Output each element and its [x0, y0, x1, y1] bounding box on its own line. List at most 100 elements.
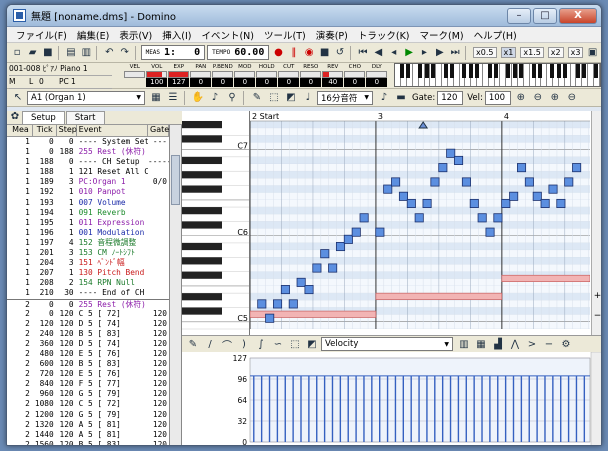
loop-icon[interactable]: ↺: [333, 45, 347, 61]
track-select[interactable]: A1 (Organ 1) ▼: [27, 90, 145, 105]
note[interactable]: [375, 227, 385, 237]
close-button[interactable]: X: [559, 7, 597, 24]
table-row[interactable]: 1 0 0 ---- System Setup---: [7, 137, 169, 147]
speed-button-0[interactable]: x0.5: [473, 47, 497, 58]
select-tool-icon[interactable]: ↖: [10, 90, 26, 106]
open-folder-icon[interactable]: ▰: [25, 45, 39, 61]
note[interactable]: [359, 213, 369, 223]
table-row[interactable]: 1 208 2 154 RPN Null: [7, 278, 169, 288]
curve-2-icon[interactable]: ): [236, 336, 252, 352]
table-row[interactable]: 1 210 30 ---- End of CH Setup: [7, 288, 169, 298]
note[interactable]: [398, 191, 408, 201]
piano-roll-icon[interactable]: ▦: [148, 90, 164, 106]
eraser-tool-icon[interactable]: ◩: [283, 90, 299, 106]
tab-setup[interactable]: Setup: [22, 111, 65, 124]
note[interactable]: [422, 198, 432, 209]
table-row[interactable]: 2 1440 120 A 5 [ 81] 120: [7, 430, 169, 440]
select-rect-icon[interactable]: ⬚: [266, 90, 282, 106]
prev-icon[interactable]: ◂: [387, 45, 401, 61]
black-key[interactable]: [182, 121, 222, 129]
table-row[interactable]: 2 1200 120 G 5 [ 79] 120: [7, 410, 169, 420]
table-row[interactable]: 1 196 1 001 Modulation: [7, 228, 169, 238]
table-row[interactable]: 1 189 3 PC:Organ 1 0/0: [7, 177, 169, 187]
note[interactable]: [548, 184, 558, 194]
curve-3-icon[interactable]: ∫: [253, 336, 269, 352]
menu-item-4[interactable]: イベント(N): [196, 28, 259, 42]
black-key[interactable]: [182, 242, 222, 251]
pencil-tool-icon[interactable]: ✎: [249, 90, 265, 106]
black-key[interactable]: [182, 293, 222, 301]
goto-start-icon[interactable]: ⏮: [356, 45, 370, 61]
event-list-icon[interactable]: ☰: [165, 90, 181, 106]
black-key[interactable]: [182, 207, 222, 215]
table-row[interactable]: 1 188 0 ---- CH Setup ------: [7, 157, 169, 167]
table-row[interactable]: 1 195 1 011 Expression: [7, 218, 169, 228]
zoom-in-icon[interactable]: ⊕: [513, 90, 529, 106]
roll-zoom-out-icon[interactable]: −: [593, 311, 601, 325]
note[interactable]: [438, 163, 448, 173]
note[interactable]: [296, 277, 306, 287]
curve-1-icon[interactable]: ⌒: [219, 336, 235, 352]
curve-view-icon[interactable]: ⋀: [507, 336, 523, 352]
speed-button-2[interactable]: x1.5: [520, 47, 544, 58]
pause-record-icon[interactable]: ‖: [287, 45, 301, 61]
note[interactable]: [280, 285, 290, 295]
note[interactable]: [273, 299, 283, 309]
forward-icon[interactable]: ▶: [433, 45, 447, 61]
step-view-icon[interactable]: ▟: [490, 336, 506, 352]
note[interactable]: [517, 163, 527, 173]
zoom-out-icon[interactable]: ⊖: [530, 90, 546, 106]
table-row[interactable]: 1 197 4 152 音程微調整: [7, 238, 169, 248]
note[interactable]: [312, 263, 322, 273]
table-row[interactable]: 1 193 1 007 Volume: [7, 198, 169, 208]
print-icon[interactable]: ▥: [79, 45, 93, 61]
note[interactable]: [540, 198, 550, 209]
roll-scrollbar[interactable]: + −: [591, 111, 601, 335]
note[interactable]: [461, 177, 471, 187]
menu-item-6[interactable]: 演奏(P): [311, 28, 353, 42]
arrow-view-icon[interactable]: >: [524, 336, 540, 352]
table-row[interactable]: 1 204 3 151 ﾍﾞﾝﾄﾞ幅: [7, 258, 169, 268]
note[interactable]: [320, 249, 330, 259]
new-file-icon[interactable]: ▫: [10, 45, 24, 61]
note-length-select[interactable]: 16分音符 ▼: [317, 90, 373, 105]
velocity-field[interactable]: 100: [484, 90, 511, 105]
black-key[interactable]: [182, 307, 222, 315]
play-icon[interactable]: ▶: [402, 45, 416, 61]
note[interactable]: [265, 313, 275, 323]
note[interactable]: [343, 234, 353, 244]
table-row[interactable]: 2 960 120 G 5 [ 79] 120: [7, 389, 169, 399]
tab-start[interactable]: Start: [65, 111, 105, 124]
controller-select[interactable]: Velocity ▼: [321, 337, 453, 351]
zoom-v-out-icon[interactable]: ⊖: [564, 90, 580, 106]
ear-tool-icon[interactable]: ♪: [207, 90, 223, 106]
note[interactable]: [532, 191, 542, 201]
note[interactable]: [493, 213, 503, 223]
note[interactable]: [509, 191, 519, 201]
note[interactable]: [304, 285, 314, 295]
menu-item-8[interactable]: マーク(M): [415, 28, 469, 42]
menu-item-1[interactable]: 編集(E): [72, 28, 114, 42]
table-row[interactable]: 2 0 0 255 Rest (休符): [7, 298, 169, 309]
stop-icon[interactable]: ■: [317, 45, 331, 61]
speed-button-1[interactable]: x1: [500, 47, 517, 58]
velocity-scrollbar[interactable]: [590, 351, 602, 446]
menu-item-2[interactable]: 表示(V): [114, 28, 157, 42]
table-row[interactable]: 1 207 1 130 Pitch Bend: [7, 268, 169, 278]
hand-tool-icon[interactable]: ✋: [190, 90, 206, 106]
note[interactable]: [556, 198, 566, 209]
table-row[interactable]: 2 120 120 D 5 [ 74] 120: [7, 319, 169, 329]
black-key[interactable]: [182, 257, 222, 265]
table-row[interactable]: 2 360 120 D 5 [ 74] 120: [7, 339, 169, 349]
menu-item-5[interactable]: ツール(T): [259, 28, 311, 42]
export-icon[interactable]: ▤: [64, 45, 78, 61]
table-row[interactable]: 1 201 3 153 CM ﾉｰﾄｼﾌﾄ: [7, 248, 169, 258]
note[interactable]: [391, 177, 401, 187]
next-icon[interactable]: ▸: [417, 45, 431, 61]
curve-pencil-icon[interactable]: ✎: [185, 336, 201, 352]
speed-button-4[interactable]: x3: [567, 47, 584, 58]
note[interactable]: [477, 213, 487, 223]
quantize-icon[interactable]: ♩: [300, 90, 316, 106]
play-record-icon[interactable]: ◉: [302, 45, 316, 61]
note[interactable]: [351, 227, 361, 237]
